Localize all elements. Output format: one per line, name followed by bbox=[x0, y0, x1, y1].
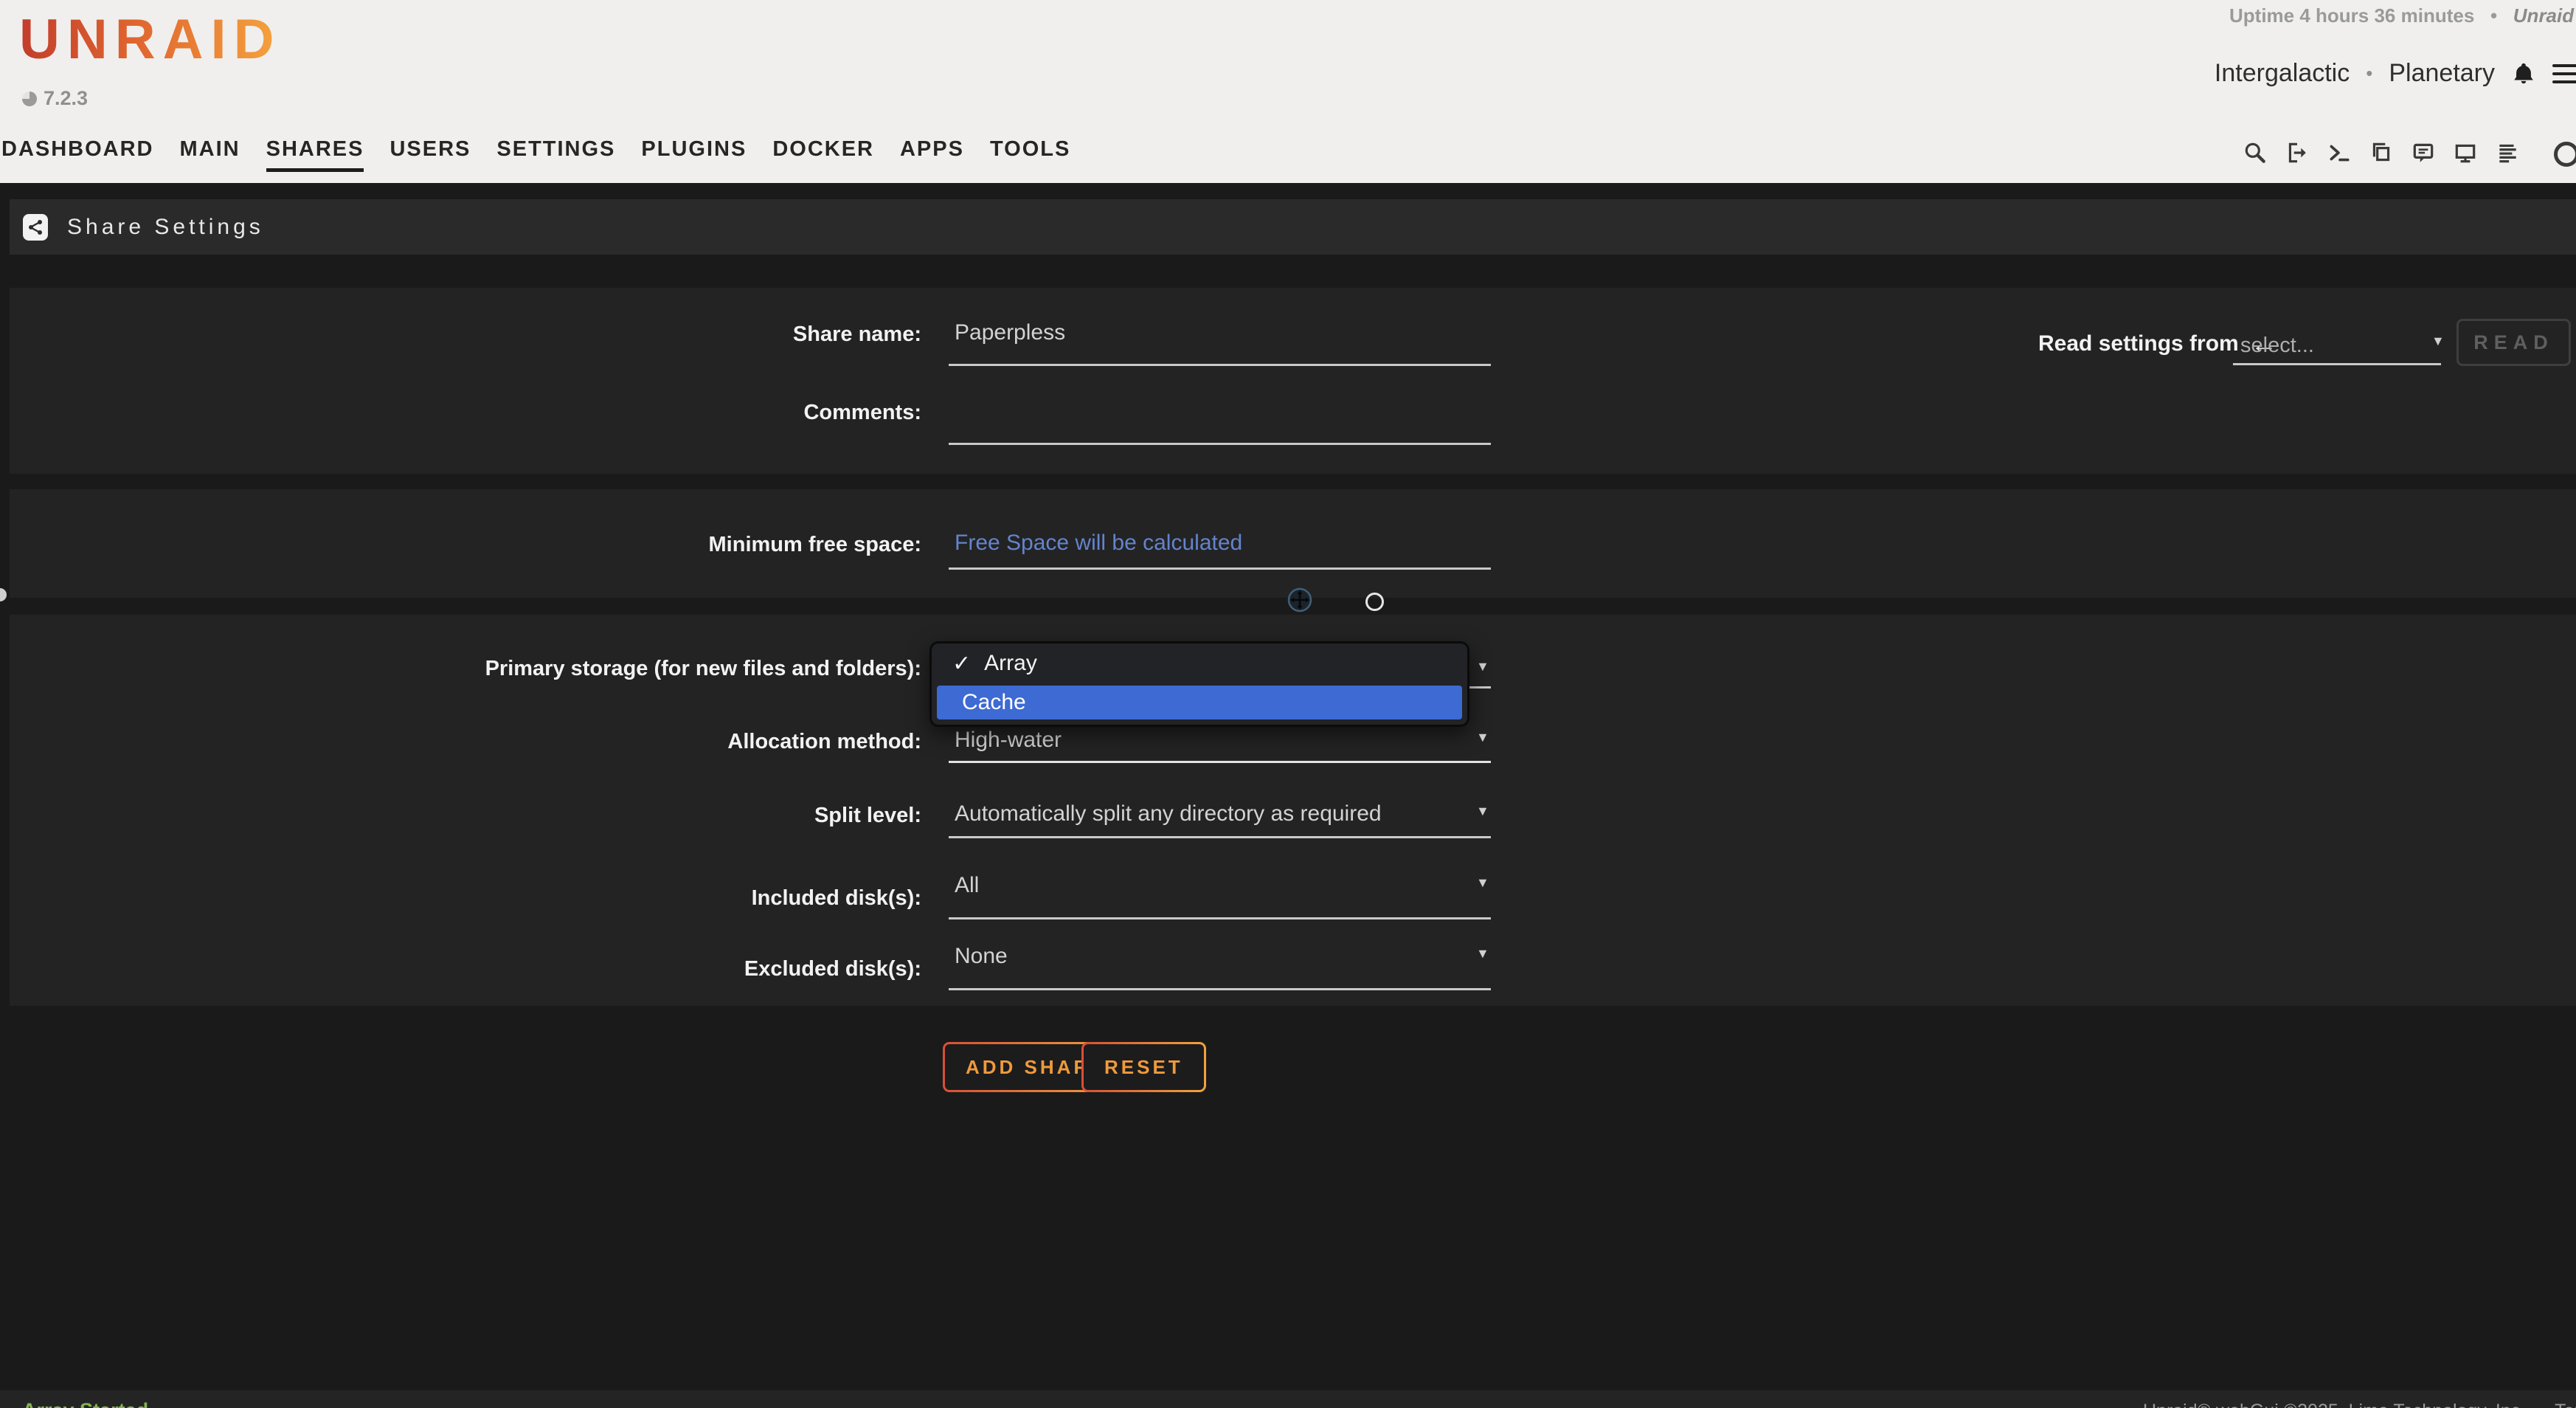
panel-free-space: Minimum free space: Free Space will be c… bbox=[10, 489, 2576, 598]
feedback-icon[interactable] bbox=[2411, 140, 2436, 165]
allocation-caret-icon: ▼ bbox=[1476, 730, 1489, 745]
page-title-bar: Share Settings bbox=[10, 199, 2576, 255]
option-array-label: Array bbox=[984, 651, 1037, 676]
nav-settings[interactable]: SETTINGS bbox=[496, 137, 615, 168]
unraid-logo[interactable]: UNRAID bbox=[19, 7, 282, 72]
split-level-select[interactable]: Automatically split any directory as req… bbox=[955, 801, 1382, 826]
terms-link[interactable]: Terms bbox=[2555, 1401, 2576, 1408]
reset-button[interactable]: RESET bbox=[1081, 1042, 1206, 1092]
edge-artifact bbox=[0, 588, 7, 601]
array-status[interactable]: Array Started bbox=[22, 1399, 148, 1408]
uptime-text: Uptime 4 hours 36 minutes bbox=[2229, 4, 2474, 27]
excluded-disks-label: Excluded disk(s): bbox=[10, 957, 921, 981]
primary-storage-caret-icon: ▼ bbox=[1476, 659, 1489, 674]
theme-icon[interactable] bbox=[2554, 142, 2576, 167]
nav-apps[interactable]: APPS bbox=[900, 137, 964, 168]
read-settings-select[interactable]: select... bbox=[2240, 334, 2314, 358]
min-free-input[interactable]: Free Space will be calculated bbox=[955, 531, 1242, 556]
server-name: Intergalactic bbox=[2215, 59, 2350, 88]
os-edition-text: Unraid OS Starter bbox=[2513, 4, 2576, 27]
server-separator: • bbox=[2366, 62, 2372, 85]
notifications-bell-icon[interactable] bbox=[2511, 61, 2536, 87]
read-button[interactable]: READ bbox=[2456, 319, 2571, 366]
nav-shares[interactable]: SHARES bbox=[266, 137, 364, 172]
allocation-select[interactable]: High-water bbox=[955, 728, 1062, 753]
included-disks-label: Included disk(s): bbox=[10, 886, 921, 911]
version-status-icon bbox=[22, 92, 37, 106]
min-free-underline bbox=[949, 567, 1491, 570]
read-settings-underline bbox=[2233, 363, 2441, 365]
nav-plugins[interactable]: PLUGINS bbox=[641, 137, 747, 168]
unraid-share-settings-page: { "colors": { "accent_orange": "#f09c3d"… bbox=[0, 0, 2576, 1408]
click-ring-icon bbox=[1365, 593, 1384, 611]
included-disks-select[interactable]: All bbox=[955, 873, 979, 898]
excluded-disks-select[interactable]: None bbox=[955, 944, 1008, 969]
panel-share-identity: Share name: Paperpless Comments: bbox=[10, 288, 2576, 474]
terminal-icon[interactable] bbox=[2327, 140, 2352, 165]
excluded-disks-underline bbox=[949, 988, 1491, 990]
nav-main[interactable]: MAIN bbox=[180, 137, 240, 168]
toolbar-icons bbox=[2243, 140, 2520, 165]
server-identity: Intergalactic • Planetary bbox=[2215, 59, 2576, 88]
display-icon[interactable] bbox=[2453, 140, 2478, 165]
uptime-separator: • bbox=[2480, 4, 2508, 27]
footer-bar: Array Started Unraid® webGui ©2025, Lime… bbox=[0, 1390, 2576, 1408]
allocation-underline bbox=[949, 761, 1491, 763]
split-level-label: Split level: bbox=[10, 804, 921, 828]
comments-underline bbox=[949, 443, 1491, 445]
option-cache-label: Cache bbox=[962, 690, 1026, 715]
footer-copyright: Unraid® webGui ©2025, Lime Technology, I… bbox=[2143, 1401, 2576, 1408]
primary-storage-label: Primary storage (for new files and folde… bbox=[10, 657, 921, 681]
nav-tools[interactable]: TOOLS bbox=[990, 137, 1070, 168]
allocation-label: Allocation method: bbox=[10, 730, 921, 754]
check-icon: ✓ bbox=[952, 651, 971, 677]
copy-icon[interactable] bbox=[2369, 140, 2394, 165]
comments-label: Comments: bbox=[10, 401, 921, 425]
nav-users[interactable]: USERS bbox=[389, 137, 471, 168]
version-number: 7.2.3 bbox=[44, 87, 88, 110]
page-title: Share Settings bbox=[67, 215, 264, 240]
split-level-caret-icon: ▼ bbox=[1476, 804, 1489, 819]
copyright-text: Unraid® webGui ©2025, Lime Technology, I… bbox=[2143, 1401, 2525, 1408]
version-badge: 7.2.3 bbox=[22, 87, 88, 110]
top-header: UNRAID 7.2.3 Uptime 4 hours 36 minutes •… bbox=[0, 0, 2576, 183]
min-free-label: Minimum free space: bbox=[10, 533, 921, 557]
uptime-line: Uptime 4 hours 36 minutes • Unraid OS St… bbox=[2229, 4, 2576, 27]
share-settings-icon bbox=[23, 214, 48, 241]
excluded-disks-caret-icon: ▼ bbox=[1476, 946, 1489, 962]
move-cursor-icon bbox=[1287, 587, 1312, 612]
share-name-underline bbox=[949, 364, 1491, 366]
dropdown-option-array[interactable]: ✓ Array bbox=[932, 643, 1467, 683]
included-disks-caret-icon: ▼ bbox=[1476, 875, 1489, 891]
nav-docker[interactable]: DOCKER bbox=[772, 137, 874, 168]
server-description: Planetary bbox=[2389, 59, 2495, 88]
read-settings-caret-icon: ▼ bbox=[2431, 334, 2445, 349]
logout-icon[interactable] bbox=[2285, 140, 2310, 165]
log-icon[interactable] bbox=[2495, 140, 2520, 165]
primary-storage-dropdown: ✓ Array Cache bbox=[929, 641, 1469, 727]
menu-hamburger-icon[interactable] bbox=[2552, 64, 2576, 83]
search-icon[interactable] bbox=[2243, 140, 2268, 165]
share-name-label: Share name: bbox=[10, 322, 921, 347]
included-disks-underline bbox=[949, 917, 1491, 919]
share-name-input[interactable]: Paperpless bbox=[955, 320, 1065, 345]
main-nav: DASHBOARD MAIN SHARES USERS SETTINGS PLU… bbox=[1, 137, 1070, 172]
split-level-underline bbox=[949, 836, 1491, 838]
nav-dashboard[interactable]: DASHBOARD bbox=[1, 137, 154, 168]
dropdown-option-cache[interactable]: Cache bbox=[937, 686, 1462, 719]
